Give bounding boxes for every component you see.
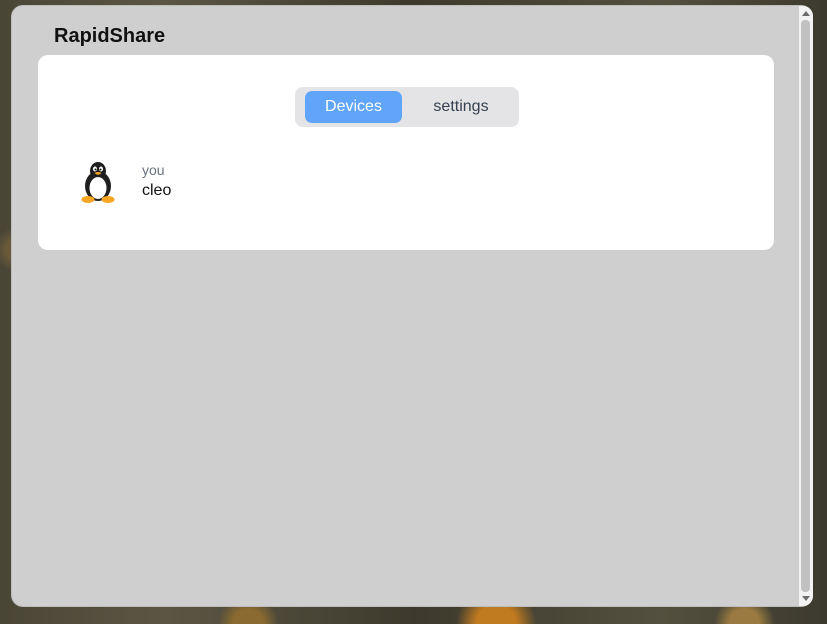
app-window: RapidShare Devices settings you cleo xyxy=(11,5,813,607)
scroll-up-arrow-icon[interactable] xyxy=(802,11,810,16)
tab-settings[interactable]: settings xyxy=(413,91,509,123)
app-title: RapidShare xyxy=(54,25,166,47)
scroll-down-arrow-icon[interactable] xyxy=(802,596,810,601)
tab-bar: Devices settings xyxy=(295,87,519,127)
vertical-scrollbar[interactable] xyxy=(799,6,813,606)
device-subtitle: you xyxy=(142,162,165,178)
linux-penguin-icon xyxy=(81,162,115,203)
scrollbar-thumb[interactable] xyxy=(801,20,810,592)
device-name: cleo xyxy=(142,182,172,199)
main-card: Devices settings you cleo xyxy=(38,55,774,250)
device-item[interactable]: you cleo xyxy=(80,158,380,208)
tab-devices[interactable]: Devices xyxy=(305,91,402,123)
